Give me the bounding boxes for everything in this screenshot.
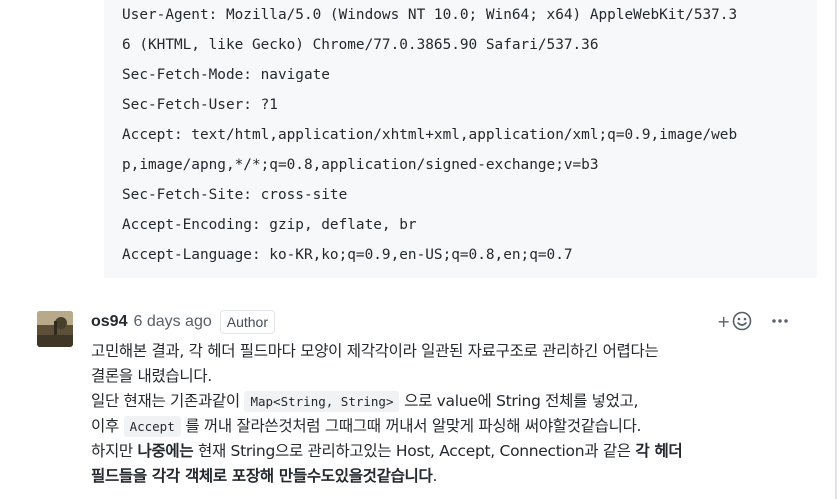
text-span: 하지만 (91, 442, 138, 460)
comment-line: 결론을 내렸습니다. (91, 367, 212, 385)
bold-text: 필드들을 각각 객체로 포장해 만들수도있을것같습니다 (91, 467, 433, 485)
code-line: Accept: text/html,application/xhtml+xml,… (122, 127, 738, 143)
code-line: Sec-Fetch-Mode: navigate (122, 67, 330, 83)
text-span: 으로 value에 String 전체를 넣었고, (399, 392, 639, 410)
comment-line: 일단 현재는 기존과같이 Map<String, String> 으로 valu… (91, 389, 801, 414)
code-line: Accept-Encoding: gzip, deflate, br (122, 217, 417, 233)
text-span: 현재 String으로 관리하고있는 Host, Accept, Connect… (193, 442, 636, 460)
comment-line: 이후 Accept 를 꺼내 잘라쓴것처럼 그때그때 꺼내서 알맞게 파싱해 써… (91, 414, 801, 439)
kebab-icon (772, 319, 788, 323)
code-block: User-Agent: Mozilla/5.0 (Windows NT 10.0… (104, 0, 817, 278)
inline-code: Accept (123, 416, 181, 437)
text-span: 이후 (91, 417, 124, 435)
author-name[interactable]: os94 (91, 313, 127, 331)
code-line: User-Agent: Mozilla/5.0 (Windows NT 10.0… (122, 7, 738, 23)
text-span: 일단 현재는 기존과같이 (91, 392, 245, 410)
code-line: p,image/apng,*/*;q=0.8,application/signe… (122, 157, 599, 173)
inline-code: Map<String, String> (244, 391, 400, 412)
avatar-image (37, 311, 73, 347)
smiley-icon (733, 311, 752, 331)
more-options-button[interactable] (768, 308, 792, 334)
text-span: 를 꺼내 잘라쓴것처럼 그때그때 꺼내서 알맞게 파싱해 써야할것같습니다. (180, 417, 642, 435)
code-line: Accept-Language: ko-KR,ko;q=0.9,en-US;q=… (122, 247, 573, 263)
bold-text: 각 헤더 (635, 442, 683, 460)
code-line: Sec-Fetch-User: ?1 (122, 97, 278, 113)
timestamp[interactable]: 6 days ago (133, 313, 211, 331)
code-line: 6 (KHTML, like Gecko) Chrome/77.0.3865.9… (122, 37, 599, 53)
comment-header: os94 6 days ago Author (91, 308, 275, 336)
comment-line: 필드들을 각각 객체로 포장해 만들수도있을것같습니다. (91, 464, 801, 489)
comment-line: 하지만 나중에는 현재 String으로 관리하고있는 Host, Accept… (91, 439, 801, 464)
comment-body: 고민해본 결과, 각 헤더 필드마다 모양이 제각각이라 일관된 자료구조로 관… (91, 339, 801, 489)
comment-line: 고민해본 결과, 각 헤더 필드마다 모양이 제각각이라 일관된 자료구조로 관… (91, 342, 659, 360)
add-reaction-button[interactable]: + (717, 308, 757, 334)
plus-icon: + (717, 311, 731, 331)
code-line: Sec-Fetch-Site: cross-site (122, 187, 348, 203)
author-badge: Author (219, 310, 275, 334)
bold-text: 나중에는 (137, 442, 194, 460)
text-span: . (432, 467, 438, 485)
avatar[interactable] (37, 311, 73, 347)
